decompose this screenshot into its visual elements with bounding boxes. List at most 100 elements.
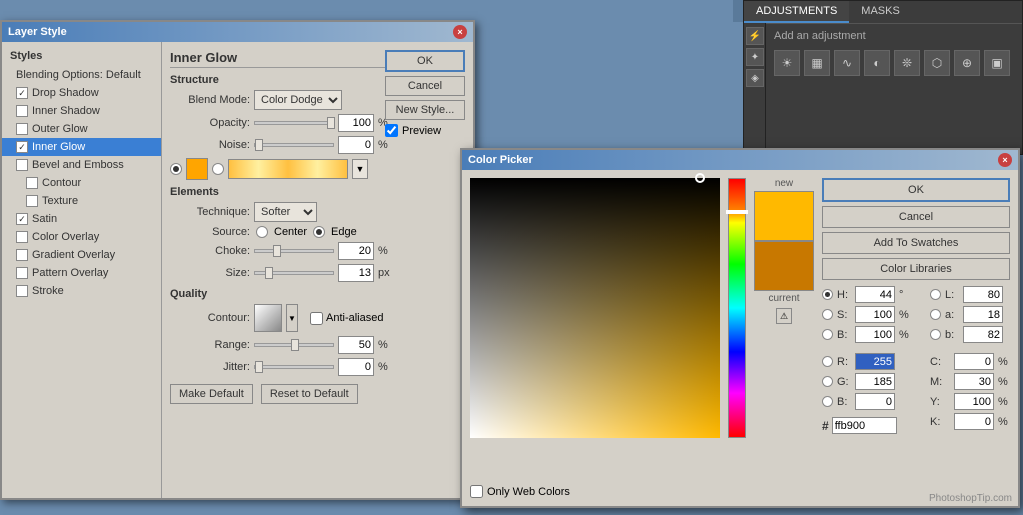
l-input[interactable]: [963, 286, 1003, 303]
blend-mode-select[interactable]: Color Dodge Normal Screen: [254, 90, 342, 110]
sidebar-item-stroke[interactable]: Stroke: [2, 282, 161, 300]
a-radio[interactable]: [930, 309, 941, 320]
adj-exposure-icon[interactable]: ◐: [864, 50, 890, 76]
b-radio[interactable]: [822, 329, 833, 340]
s-radio[interactable]: [822, 309, 833, 320]
contour-preview[interactable]: [254, 304, 282, 332]
color-swatch[interactable]: [186, 158, 208, 180]
r-radio[interactable]: [822, 356, 833, 367]
h-radio[interactable]: [822, 289, 833, 300]
make-default-button[interactable]: Make Default: [170, 384, 253, 404]
noise-slider-thumb[interactable]: [255, 139, 263, 151]
choke-slider[interactable]: [254, 249, 334, 253]
sidebar-item-outer-glow[interactable]: Outer Glow: [2, 120, 161, 138]
jitter-slider-thumb[interactable]: [255, 361, 263, 373]
cp-ok-button[interactable]: OK: [822, 178, 1010, 202]
gradient-radio[interactable]: [212, 163, 224, 175]
rgb-b-input[interactable]: [855, 393, 895, 410]
size-slider-thumb[interactable]: [265, 267, 273, 279]
noise-input[interactable]: [338, 136, 374, 154]
stroke-checkbox[interactable]: [16, 285, 28, 297]
sidebar-item-blending[interactable]: Blending Options: Default: [2, 66, 161, 84]
technique-select[interactable]: Softer Precise: [254, 202, 317, 222]
drop-shadow-checkbox[interactable]: [16, 87, 28, 99]
jitter-input[interactable]: [338, 358, 374, 376]
h-input[interactable]: [855, 286, 895, 303]
sidebar-item-satin[interactable]: Satin: [2, 210, 161, 228]
sidebar-item-color-overlay[interactable]: Color Overlay: [2, 228, 161, 246]
cancel-button[interactable]: Cancel: [385, 76, 465, 96]
c-input[interactable]: [954, 353, 994, 370]
outer-glow-checkbox[interactable]: [16, 123, 28, 135]
inner-shadow-checkbox[interactable]: [16, 105, 28, 117]
adj-brightness-icon[interactable]: ☀: [774, 50, 800, 76]
lab-b-input[interactable]: [963, 326, 1003, 343]
sidebar-item-inner-shadow[interactable]: Inner Shadow: [2, 102, 161, 120]
adj-levels-icon[interactable]: ▦: [804, 50, 830, 76]
b-input[interactable]: [855, 326, 895, 343]
reset-to-default-button[interactable]: Reset to Default: [261, 384, 358, 404]
pattern-overlay-checkbox[interactable]: [16, 267, 28, 279]
lab-b-radio[interactable]: [930, 329, 941, 340]
adj-curves-icon[interactable]: ∿: [834, 50, 860, 76]
texture-checkbox[interactable]: [26, 195, 38, 207]
only-web-colors-checkbox[interactable]: [470, 485, 483, 498]
range-input[interactable]: [338, 336, 374, 354]
gradient-preview[interactable]: [228, 159, 348, 179]
layer-style-close[interactable]: ×: [453, 25, 467, 39]
hue-bar[interactable]: [728, 178, 746, 438]
k-input[interactable]: [954, 413, 994, 430]
range-slider[interactable]: [254, 343, 334, 347]
color-picker-close[interactable]: ×: [998, 153, 1012, 167]
range-slider-thumb[interactable]: [291, 339, 299, 351]
edge-radio[interactable]: [313, 226, 325, 238]
adj-photo-icon[interactable]: ▣: [984, 50, 1010, 76]
adj-hsl-icon[interactable]: ⬡: [924, 50, 950, 76]
l-radio[interactable]: [930, 289, 941, 300]
sidebar-item-drop-shadow[interactable]: Drop Shadow: [2, 84, 161, 102]
g-input[interactable]: [855, 373, 895, 390]
color-radio[interactable]: [170, 163, 182, 175]
contour-dropdown-arrow[interactable]: ▼: [286, 304, 298, 332]
sidebar-item-gradient-overlay[interactable]: Gradient Overlay: [2, 246, 161, 264]
preview-checkbox[interactable]: [385, 124, 398, 137]
opacity-slider[interactable]: [254, 121, 334, 125]
tab-masks[interactable]: MASKS: [849, 1, 912, 23]
anti-aliased-checkbox[interactable]: [310, 312, 323, 325]
bevel-emboss-checkbox[interactable]: [16, 159, 28, 171]
opacity-input[interactable]: [338, 114, 374, 132]
noise-slider[interactable]: [254, 143, 334, 147]
sidebar-item-bevel-emboss[interactable]: Bevel and Emboss: [2, 156, 161, 174]
color-libraries-button[interactable]: Color Libraries: [822, 258, 1010, 280]
gradient-dropdown-arrow[interactable]: ▼: [352, 159, 368, 179]
choke-slider-thumb[interactable]: [273, 245, 281, 257]
size-slider[interactable]: [254, 271, 334, 275]
satin-checkbox[interactable]: [16, 213, 28, 225]
color-overlay-checkbox[interactable]: [16, 231, 28, 243]
jitter-slider[interactable]: [254, 365, 334, 369]
m-input[interactable]: [954, 373, 994, 390]
sidebar-item-texture[interactable]: Texture: [2, 192, 161, 210]
inner-glow-checkbox[interactable]: [16, 141, 28, 153]
sidebar-item-inner-glow[interactable]: Inner Glow: [2, 138, 161, 156]
contour-checkbox[interactable]: [26, 177, 38, 189]
hash-input[interactable]: [832, 417, 897, 434]
tool-adjust3[interactable]: ◈: [746, 69, 764, 87]
choke-input[interactable]: [338, 242, 374, 260]
tool-adjust1[interactable]: ⚡: [746, 27, 764, 45]
rgb-b-radio[interactable]: [822, 396, 833, 407]
adj-vibrance-icon[interactable]: ❊: [894, 50, 920, 76]
out-of-gamut-icon[interactable]: ⚠: [776, 308, 792, 324]
adj-colorbalance-icon[interactable]: ⊕: [954, 50, 980, 76]
opacity-slider-thumb[interactable]: [327, 117, 335, 129]
tab-adjustments[interactable]: ADJUSTMENTS: [744, 1, 849, 23]
gradient-overlay-checkbox[interactable]: [16, 249, 28, 261]
sidebar-item-contour[interactable]: Contour: [2, 174, 161, 192]
add-to-swatches-button[interactable]: Add To Swatches: [822, 232, 1010, 254]
a-input[interactable]: [963, 306, 1003, 323]
color-gradient-box[interactable]: [470, 178, 720, 438]
s-input[interactable]: [855, 306, 895, 323]
new-style-button[interactable]: New Style...: [385, 100, 465, 120]
center-radio[interactable]: [256, 226, 268, 238]
y-input[interactable]: [954, 393, 994, 410]
